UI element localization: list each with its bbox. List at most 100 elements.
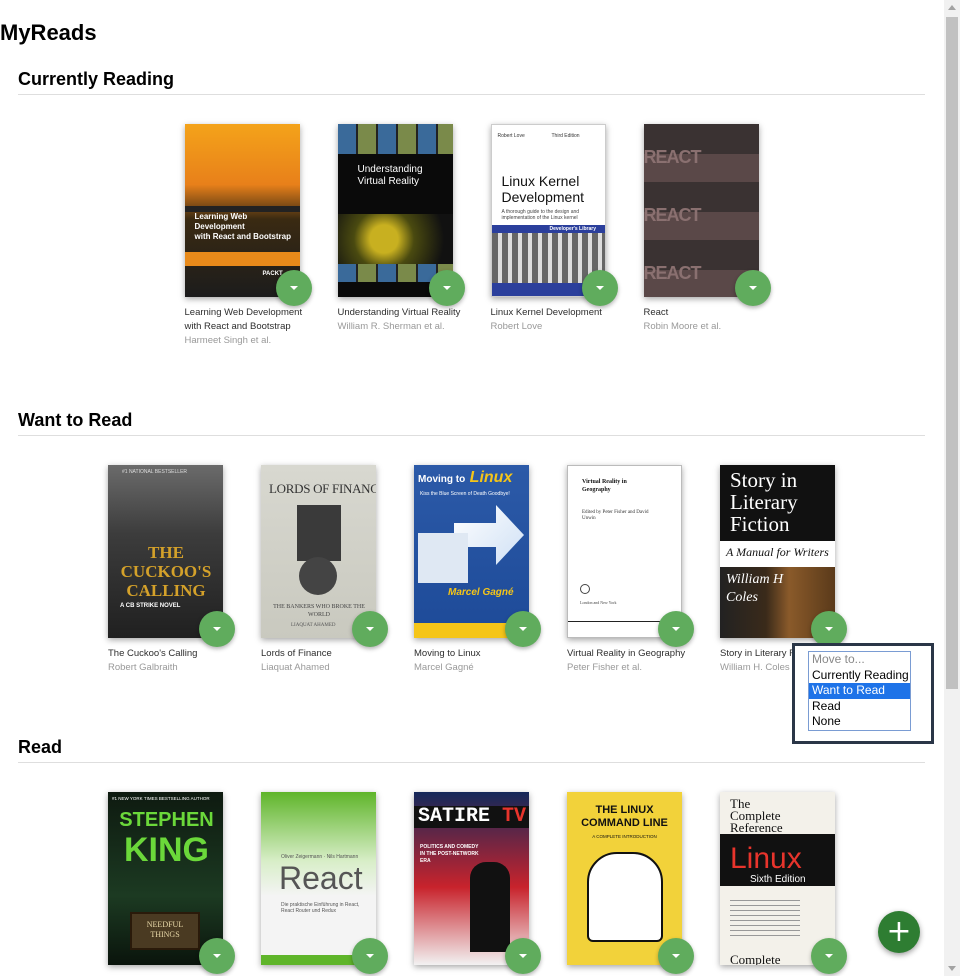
- cover-text: Marcel Gagné: [448, 587, 514, 598]
- scrollbar[interactable]: [944, 0, 960, 976]
- chevron-down-icon: [289, 286, 298, 290]
- book: THE LINUX COMMAND LINE A COMPLETE INTROD…: [567, 792, 694, 974]
- chevron-down-icon: [672, 954, 680, 958]
- cover-text: Development: [501, 189, 585, 205]
- book-cover[interactable]: Robert Love Third Edition Linux Kernel D…: [490, 124, 606, 297]
- menu-option-none[interactable]: None: [809, 714, 910, 730]
- cover-text: Developer's Library: [549, 226, 597, 232]
- book-authors: Harmeet Singh et al.: [184, 335, 272, 346]
- cover-text: REACT: [643, 147, 702, 167]
- cover-text: SATIRE: [418, 805, 491, 828]
- book-authors: Robert Galbraith: [108, 662, 178, 673]
- cover-text: Kiss the Blue Screen of Death Goodbye!: [420, 491, 510, 497]
- scroll-down-icon[interactable]: [948, 966, 956, 971]
- book-cover[interactable]: REACT REACT REACT: [643, 124, 759, 297]
- shelf-changer-button[interactable]: [275, 270, 312, 306]
- book-title: Learning Web Development with React and …: [184, 307, 303, 332]
- cover-text: Robert Love: [497, 133, 525, 139]
- add-book-button[interactable]: +: [878, 911, 920, 953]
- shelf-changer-button[interactable]: [505, 938, 541, 974]
- cover-text: NEEDFUL THINGS: [146, 920, 184, 939]
- cover-text: THE: [148, 543, 184, 562]
- book-title: The Cuckoo's Calling: [108, 648, 198, 659]
- cover-text: Linux: [730, 842, 802, 875]
- book-title: Understanding Virtual Reality: [337, 307, 461, 318]
- cover-text: THE BANKERS WHO BROKE THE WORLD: [273, 604, 365, 618]
- scrollbar-thumb[interactable]: [946, 17, 958, 689]
- cover-text: William H Coles: [726, 572, 784, 605]
- cover-text: Literary: [730, 490, 798, 514]
- book: #1 NATIONAL BESTSELLER THE CUCKOO'S CALL…: [108, 465, 235, 675]
- book-authors: Robert Love: [490, 321, 543, 332]
- book-title: Virtual Reality in Geography: [567, 648, 686, 659]
- cover-text: Fiction: [730, 512, 790, 536]
- chevron-down-icon: [672, 627, 680, 631]
- cover-text: Learning Web Development: [194, 212, 248, 231]
- shelf-changer-button[interactable]: [199, 938, 235, 974]
- bookshelf-books: #1 NATIONAL BESTSELLER THE CUCKOO'S CALL…: [18, 465, 925, 675]
- book-cover[interactable]: #1 NATIONAL BESTSELLER THE CUCKOO'S CALL…: [108, 465, 223, 638]
- menu-option-read[interactable]: Read: [809, 699, 910, 715]
- chevron-down-icon: [213, 954, 221, 958]
- shelf-changer-button[interactable]: [199, 611, 235, 647]
- shelf-title: Want to Read: [18, 409, 925, 436]
- cover-text: Virtual Reality: [357, 176, 420, 187]
- menu-option-want-to-read[interactable]: Want to Read: [809, 683, 910, 699]
- shelf-changer-button[interactable]: [811, 938, 847, 974]
- cover-text: Sixth Edition: [750, 874, 806, 885]
- book-cover[interactable]: SATIRE TV POLITICS AND COMEDY IN THE POS…: [414, 792, 529, 965]
- plus-icon: +: [886, 914, 912, 949]
- book-authors: Peter Fisher et al.: [567, 662, 642, 673]
- scroll-up-icon[interactable]: [948, 5, 956, 10]
- shelf-changer-button[interactable]: [352, 611, 388, 647]
- shelf-changer-button[interactable]: [352, 938, 388, 974]
- cover-text: A COMPLETE INTRODUCTION: [592, 834, 657, 839]
- book: SATIRE TV POLITICS AND COMEDY IN THE POS…: [414, 792, 541, 974]
- shelf-changer-button[interactable]: [505, 611, 541, 647]
- book-cover[interactable]: The Complete Reference Linux Sixth Editi…: [720, 792, 835, 965]
- chevron-down-icon: [442, 286, 451, 290]
- chevron-down-icon: [213, 627, 221, 631]
- app-title: MyReads: [0, 20, 97, 45]
- menu-option-currently-reading[interactable]: Currently Reading: [809, 668, 910, 684]
- shelf-changer-button[interactable]: [658, 938, 694, 974]
- book: Understanding Virtual Reality Understand…: [337, 124, 465, 348]
- book-cover[interactable]: Understanding Virtual Reality: [337, 124, 453, 297]
- cover-text: LORDS OF FINANCE: [269, 481, 376, 496]
- chevron-down-icon: [595, 286, 604, 290]
- chevron-down-icon: [519, 954, 527, 958]
- shelf-read: Read #1 NEW YORK TIMES BESTSELLING AUTHO…: [18, 736, 925, 974]
- chevron-down-icon: [519, 627, 527, 631]
- book-cover[interactable]: Moving to Linux Kiss the Blue Screen of …: [414, 465, 529, 638]
- shelf-changer-button[interactable]: [428, 270, 465, 306]
- shelf-want-to-read: Want to Read #1 NATIONAL BESTSELLER THE …: [18, 409, 925, 673]
- book-cover[interactable]: #1 NEW YORK TIMES BESTSELLING AUTHOR STE…: [108, 792, 223, 965]
- book-cover[interactable]: Learning Web Development with React and …: [184, 124, 300, 297]
- shelf-changer-button[interactable]: [581, 270, 618, 306]
- book: REACT REACT REACT React Robin Moore et a…: [643, 124, 771, 348]
- chevron-down-icon: [748, 286, 757, 290]
- move-to-select[interactable]: Move to... Currently Reading Want to Rea…: [808, 651, 911, 731]
- book: Moving to Linux Kiss the Blue Screen of …: [414, 465, 541, 675]
- book-cover[interactable]: Virtual Reality in Geography Edited by P…: [567, 465, 682, 638]
- book-cover[interactable]: LORDS OF FINANCE THE BANKERS WHO BROKE T…: [261, 465, 376, 638]
- cover-text: KING: [124, 831, 209, 869]
- cover-text: A Manual for Writers: [726, 545, 829, 559]
- book-authors: Robin Moore et al.: [643, 321, 722, 332]
- shelf-changer-button[interactable]: [734, 270, 771, 306]
- book-cover[interactable]: Story in Literary Fiction A Manual for W…: [720, 465, 835, 638]
- book: The Complete Reference Linux Sixth Editi…: [720, 792, 847, 974]
- cover-text: REACT: [643, 205, 702, 225]
- move-to-dropdown: Move to... Currently Reading Want to Rea…: [792, 643, 934, 744]
- cover-text: Die praktische Einführung in React, Reac…: [281, 902, 360, 914]
- cover-text: #1 NATIONAL BESTSELLER: [122, 469, 188, 475]
- book-cover[interactable]: Oliver Zeigermann · Nils Hartmann React …: [261, 792, 376, 965]
- shelf-changer-button[interactable]: [658, 611, 694, 647]
- shelf-changer-button[interactable]: [811, 611, 847, 647]
- bookshelf-books: #1 NEW YORK TIMES BESTSELLING AUTHOR STE…: [18, 792, 925, 974]
- shelf-title: Currently Reading: [18, 68, 925, 95]
- cover-text: THE LINUX: [595, 804, 654, 816]
- book-cover[interactable]: THE LINUX COMMAND LINE A COMPLETE INTROD…: [567, 792, 682, 965]
- book: #1 NEW YORK TIMES BESTSELLING AUTHOR STE…: [108, 792, 235, 974]
- cover-text: TV: [502, 805, 527, 828]
